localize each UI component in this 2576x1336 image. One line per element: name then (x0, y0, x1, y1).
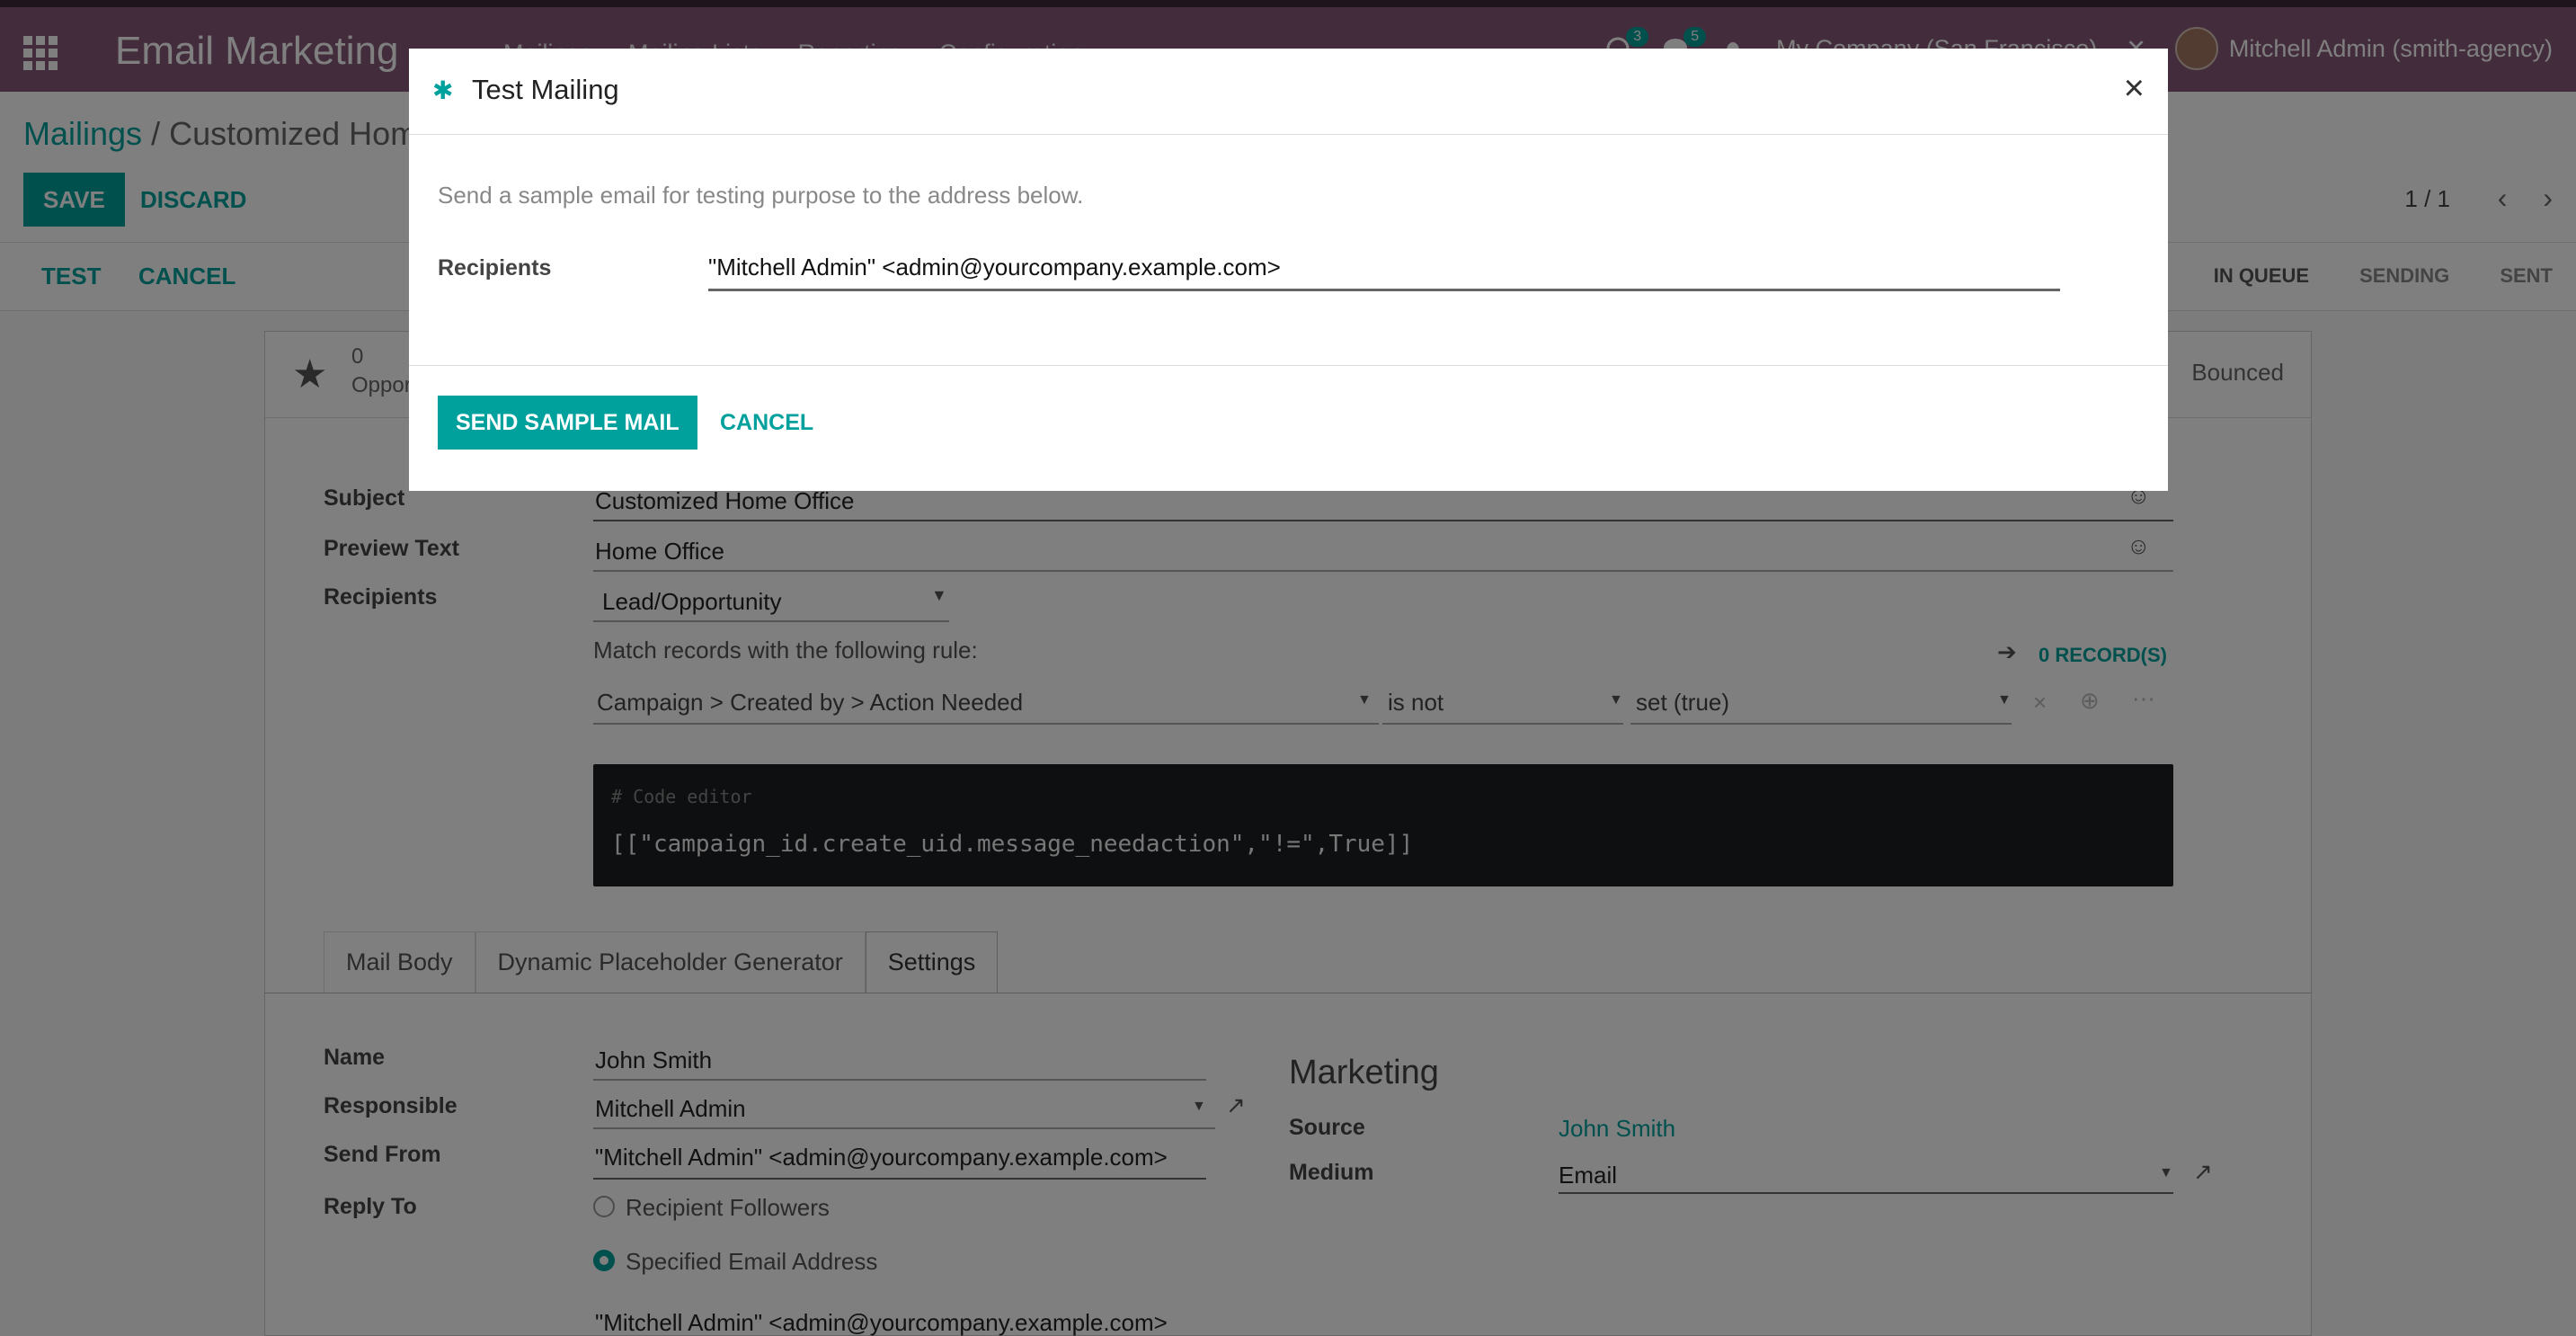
modal-recipients-label: Recipients (438, 255, 552, 281)
close-icon[interactable]: × (2124, 68, 2145, 109)
modal-recipients-input[interactable]: "Mitchell Admin" <admin@yourcompany.exam… (708, 246, 2060, 291)
test-mailing-dialog: ✱ Test Mailing × Send a sample email for… (409, 49, 2168, 491)
modal-header: ✱ Test Mailing × (409, 49, 2168, 135)
send-sample-mail-button[interactable]: SEND SAMPLE MAIL (438, 396, 697, 450)
modal-description: Send a sample email for testing purpose … (438, 182, 1084, 209)
modal-title: Test Mailing (472, 74, 619, 105)
modal-cancel-button[interactable]: CANCEL (720, 396, 813, 450)
modal-footer-divider (409, 365, 2168, 366)
debug-bug-icon[interactable]: ✱ (432, 76, 453, 105)
